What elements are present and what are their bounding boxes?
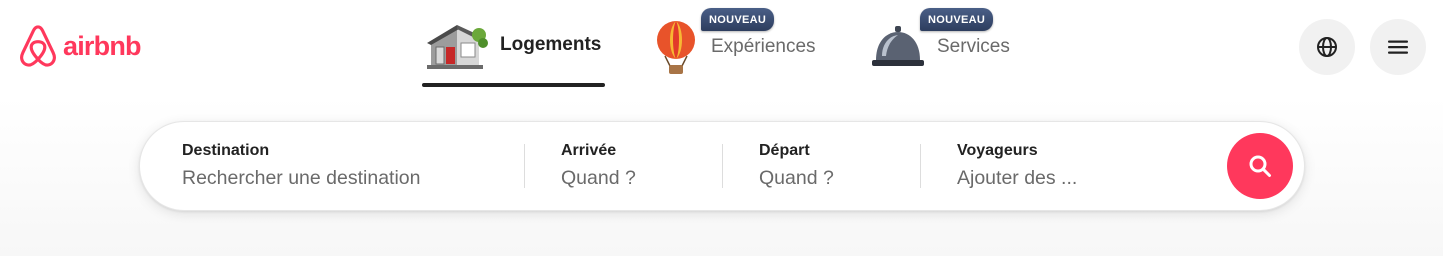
guests-label: Voyageurs [957, 142, 1038, 159]
main-menu-button[interactable] [1370, 19, 1426, 75]
service-bell-icon [872, 26, 924, 66]
tab-label: Services [937, 36, 1010, 57]
tab-label: Expériences [711, 36, 816, 57]
tab-label: Logements [500, 34, 602, 55]
airbnb-logo[interactable]: airbnb [17, 23, 142, 69]
hamburger-menu-icon [1388, 40, 1408, 54]
checkin-input[interactable]: Quand ? [561, 167, 636, 190]
language-button[interactable] [1299, 19, 1355, 75]
checkout-field[interactable]: Départ Quand ? [723, 122, 920, 210]
top-header: airbnb Logements Expériences NOUVEAU Ser… [0, 0, 1443, 96]
new-badge: NOUVEAU [701, 8, 775, 31]
airbnb-belo-icon [20, 25, 56, 67]
tab-logements[interactable]: Logements [420, 0, 605, 96]
checkin-label: Arrivée [561, 142, 617, 159]
new-badge: NOUVEAU [920, 8, 994, 31]
checkout-input[interactable]: Quand ? [759, 167, 834, 190]
destination-field[interactable]: Destination Rechercher une destination [140, 122, 524, 210]
destination-label: Destination [182, 142, 270, 159]
search-icon [1249, 155, 1271, 177]
brand-name: airbnb [63, 30, 142, 61]
active-tab-indicator [422, 83, 605, 87]
guests-input[interactable]: Ajouter des ... [957, 167, 1077, 190]
guests-field[interactable]: Voyageurs Ajouter des ... [921, 122, 1221, 210]
checkin-field[interactable]: Arrivée Quand ? [525, 122, 722, 210]
checkout-label: Départ [759, 142, 810, 159]
search-bar: Destination Rechercher une destination A… [139, 121, 1305, 211]
search-button[interactable] [1227, 133, 1293, 199]
destination-input[interactable]: Rechercher une destination [182, 167, 421, 190]
hot-air-balloon-icon [657, 21, 695, 74]
house-icon [427, 25, 488, 69]
globe-icon [1317, 37, 1337, 57]
